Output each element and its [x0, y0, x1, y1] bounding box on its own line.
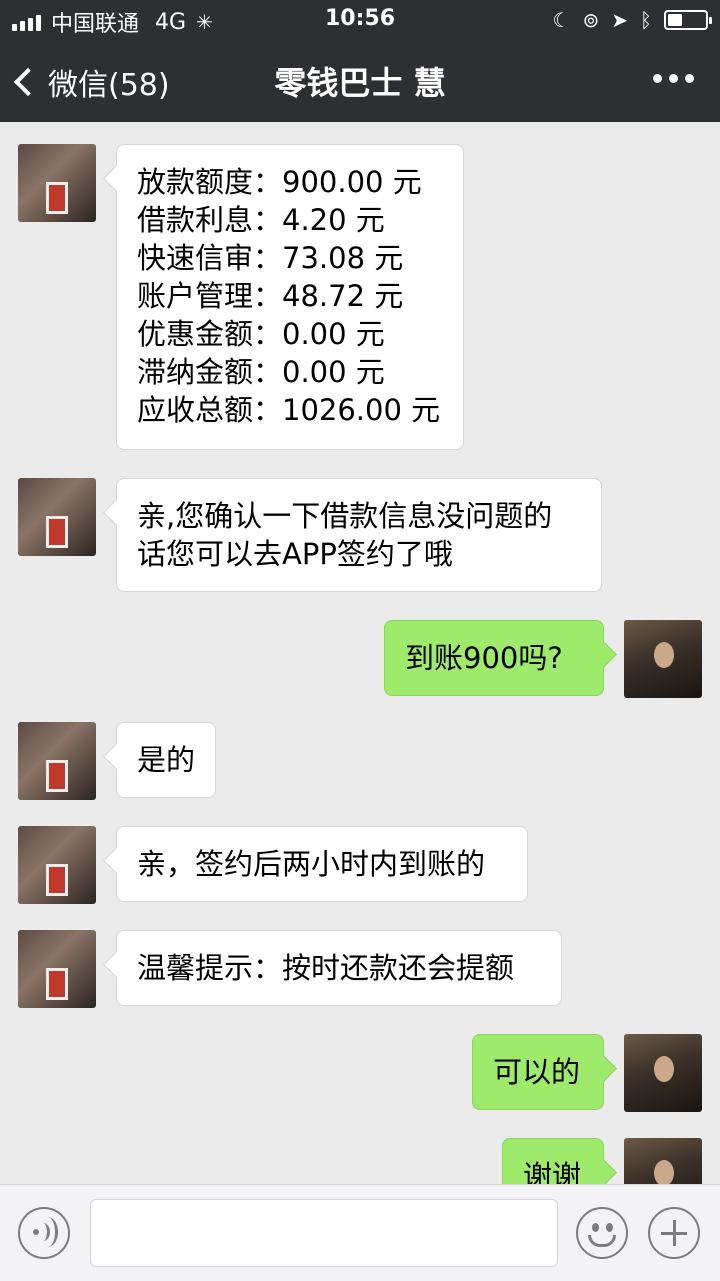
message-line: 话您可以去APP签约了哦	[137, 537, 453, 571]
message-bubble[interactable]: 亲，签约后两小时内到账的	[116, 826, 528, 902]
own-avatar[interactable]	[624, 1034, 702, 1112]
own-message-bubble[interactable]: 可以的	[472, 1034, 604, 1110]
own-message-bubble[interactable]: 到账900吗?	[384, 620, 604, 696]
message-bubble[interactable]: 是的	[116, 722, 216, 798]
bluetooth-icon: ᛒ	[640, 8, 652, 32]
message-line: 快速信审：73.08 元	[137, 241, 404, 275]
location-icon: ➤	[611, 8, 628, 32]
message-line: 借款利息：4.20 元	[137, 203, 385, 237]
own-message-bubble[interactable]: 谢谢	[502, 1138, 604, 1184]
nav-bar: 微信(58) 零钱巴士 慧	[0, 40, 720, 122]
message-line: 应收总额：1026.00 元	[137, 393, 441, 427]
input-bar	[0, 1184, 720, 1281]
contact-avatar[interactable]	[18, 826, 96, 904]
chat-title: 零钱巴士 慧	[274, 64, 446, 102]
message-line: 亲,您确认一下借款信息没问题的	[137, 499, 553, 533]
message-line: 温馨提示：按时还款还会提额	[137, 951, 515, 985]
message-bubble[interactable]: 亲,您确认一下借款信息没问题的 话您可以去APP签约了哦	[116, 478, 602, 592]
emoji-icon[interactable]	[576, 1207, 628, 1259]
message-line: 亲，签约后两小时内到账的	[137, 847, 486, 881]
more-icon[interactable]	[653, 74, 694, 83]
contact-avatar[interactable]	[18, 144, 96, 222]
top-bar: 中国联通 4G ✳ 10:56 ☾ ⊚ ➤ ᛒ 微信(58) 零钱巴士 慧	[0, 0, 720, 122]
moon-icon: ☾	[552, 8, 571, 32]
message-bubble[interactable]: 温馨提示：按时还款还会提额	[116, 930, 562, 1006]
message-line: 放款额度：900.00 元	[137, 165, 422, 199]
contact-avatar[interactable]	[18, 478, 96, 556]
lock-rotation-icon: ⊚	[582, 8, 600, 32]
plus-icon[interactable]	[648, 1207, 700, 1259]
message-line: 滞纳金额：0.00 元	[137, 355, 385, 389]
message-line: 优惠金额：0.00 元	[137, 317, 385, 351]
message-bubble[interactable]: 放款额度：900.00 元 借款利息：4.20 元 快速信审：73.08 元 账…	[116, 144, 464, 450]
message-line: 可以的	[493, 1055, 581, 1089]
chat-area[interactable]: 放款额度：900.00 元 借款利息：4.20 元 快速信审：73.08 元 账…	[0, 122, 720, 1184]
own-avatar[interactable]	[624, 1138, 702, 1184]
own-avatar[interactable]	[624, 620, 702, 698]
message-line: 账户管理：48.72 元	[137, 279, 404, 313]
message-line: 谢谢	[523, 1159, 582, 1184]
contact-avatar[interactable]	[18, 722, 96, 800]
message-line: 到账900吗?	[405, 641, 563, 675]
status-bar: 中国联通 4G ✳ 10:56 ☾ ⊚ ➤ ᛒ	[0, 0, 720, 40]
battery-icon	[664, 10, 712, 30]
message-line: 是的	[137, 743, 196, 777]
voice-icon[interactable]	[18, 1207, 70, 1259]
contact-avatar[interactable]	[18, 930, 96, 1008]
message-input[interactable]	[90, 1199, 558, 1267]
